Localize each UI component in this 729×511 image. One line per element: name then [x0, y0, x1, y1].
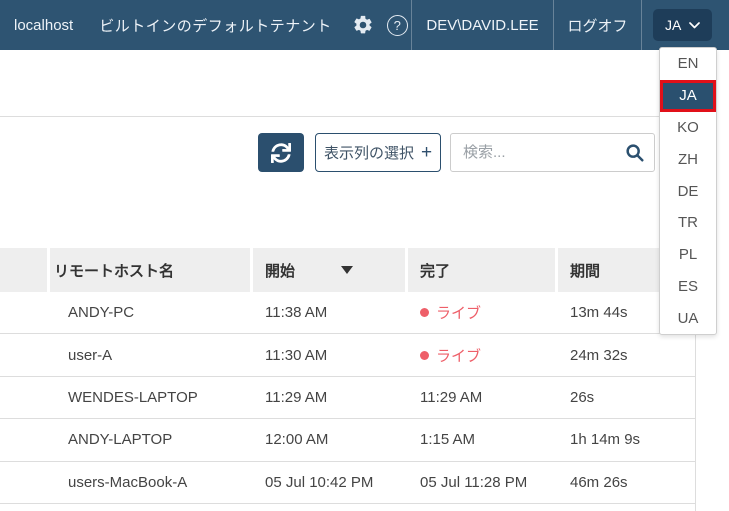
host-label: localhost	[14, 17, 73, 34]
help-icon[interactable]: ?	[387, 15, 408, 36]
language-option[interactable]: ZH	[660, 143, 716, 175]
select-columns-label: 表示列の選択	[324, 142, 414, 163]
language-option[interactable]: JA	[660, 80, 716, 112]
cell-start: 05 Jul 10:42 PM	[253, 462, 408, 503]
cell-end: ライブ	[408, 292, 558, 333]
logged-in-user-label: DEV\DAVID.LEE	[426, 17, 538, 34]
language-section: JA	[641, 0, 729, 50]
chevron-down-icon	[689, 22, 700, 29]
cell-end-text: 1:15 AM	[420, 431, 475, 448]
search-input[interactable]	[451, 144, 625, 161]
language-dropdown-button[interactable]: JA	[653, 9, 712, 41]
language-dropdown-menu: EN JA KO ZH DE TR PL ES UA	[659, 47, 717, 335]
live-dot-icon	[420, 308, 429, 317]
row-spacer-cell	[0, 377, 50, 418]
language-option[interactable]: ES	[660, 271, 716, 303]
cell-remote-host: users-MacBook-A	[50, 462, 253, 503]
row-spacer-cell	[0, 292, 50, 333]
table-row[interactable]: users-MacBook-A 05 Jul 10:42 PM 05 Jul 1…	[0, 462, 695, 504]
cell-end: 05 Jul 11:28 PM	[408, 462, 558, 503]
cell-end-text: ライブ	[436, 345, 481, 366]
cell-remote-host: user-A	[50, 334, 253, 375]
cell-remote-host: WENDES-LAPTOP	[50, 377, 253, 418]
row-spacer-cell	[0, 419, 50, 460]
sessions-table: リモートホスト名 開始 完了 期間 ANDY-PC 11:38 AM ライブ 1…	[0, 248, 695, 504]
language-option[interactable]: UA	[660, 302, 716, 334]
cell-duration: 1h 14m 9s	[558, 419, 695, 460]
search-icon[interactable]	[625, 143, 644, 162]
table-body: ANDY-PC 11:38 AM ライブ 13m 44s user-A 11:3…	[0, 292, 695, 504]
refresh-button[interactable]	[258, 133, 304, 172]
page: localhost ビルトインのデフォルトテナント ? DEV\DAVID.LE…	[0, 0, 729, 511]
row-spacer-cell	[0, 334, 50, 375]
header-remote-host[interactable]: リモートホスト名	[50, 248, 253, 292]
cell-end-text: ライブ	[436, 302, 481, 323]
table-row[interactable]: user-A 11:30 AM ライブ 24m 32s	[0, 334, 695, 376]
language-option[interactable]: KO	[660, 112, 716, 144]
language-option[interactable]: EN	[660, 48, 716, 80]
table-header-row: リモートホスト名 開始 完了 期間	[0, 248, 695, 292]
header-spacer-cell	[0, 248, 50, 292]
cell-end: ライブ	[408, 334, 558, 375]
settings-gear-icon[interactable]	[352, 14, 374, 36]
cell-start: 11:30 AM	[253, 334, 408, 375]
cell-duration: 46m 26s	[558, 462, 695, 503]
cell-end: 1:15 AM	[408, 419, 558, 460]
logoff-label: ログオフ	[567, 15, 627, 36]
logoff-button[interactable]: ログオフ	[553, 0, 641, 50]
language-option[interactable]: DE	[660, 175, 716, 207]
cell-duration: 26s	[558, 377, 695, 418]
cell-start: 11:29 AM	[253, 377, 408, 418]
cell-remote-host: ANDY-LAPTOP	[50, 419, 253, 460]
language-option[interactable]: TR	[660, 207, 716, 239]
header-start[interactable]: 開始	[253, 248, 408, 292]
tenant-label: ビルトインのデフォルトテナント	[99, 15, 332, 36]
refresh-icon	[271, 143, 291, 163]
table-row[interactable]: ANDY-LAPTOP 12:00 AM 1:15 AM 1h 14m 9s	[0, 419, 695, 461]
live-dot-icon	[420, 351, 429, 360]
sort-desc-icon	[341, 266, 353, 274]
row-spacer-cell	[0, 462, 50, 503]
plus-icon: +	[421, 143, 432, 162]
select-columns-button[interactable]: 表示列の選択 +	[315, 133, 441, 172]
cell-remote-host: ANDY-PC	[50, 292, 253, 333]
top-bar: localhost ビルトインのデフォルトテナント ? DEV\DAVID.LE…	[0, 0, 729, 50]
section-divider	[0, 116, 695, 117]
user-section: DEV\DAVID.LEE	[411, 0, 553, 50]
cell-end-text: 05 Jul 11:28 PM	[420, 474, 527, 491]
language-option[interactable]: PL	[660, 239, 716, 271]
language-current-label: JA	[665, 17, 681, 33]
cell-duration: 24m 32s	[558, 334, 695, 375]
header-end[interactable]: 完了	[408, 248, 558, 292]
cell-start: 12:00 AM	[253, 419, 408, 460]
cell-end-text: 11:29 AM	[420, 389, 482, 406]
cell-start: 11:38 AM	[253, 292, 408, 333]
search-box	[450, 133, 655, 172]
table-row[interactable]: ANDY-PC 11:38 AM ライブ 13m 44s	[0, 292, 695, 334]
cell-end: 11:29 AM	[408, 377, 558, 418]
table-row[interactable]: WENDES-LAPTOP 11:29 AM 11:29 AM 26s	[0, 377, 695, 419]
